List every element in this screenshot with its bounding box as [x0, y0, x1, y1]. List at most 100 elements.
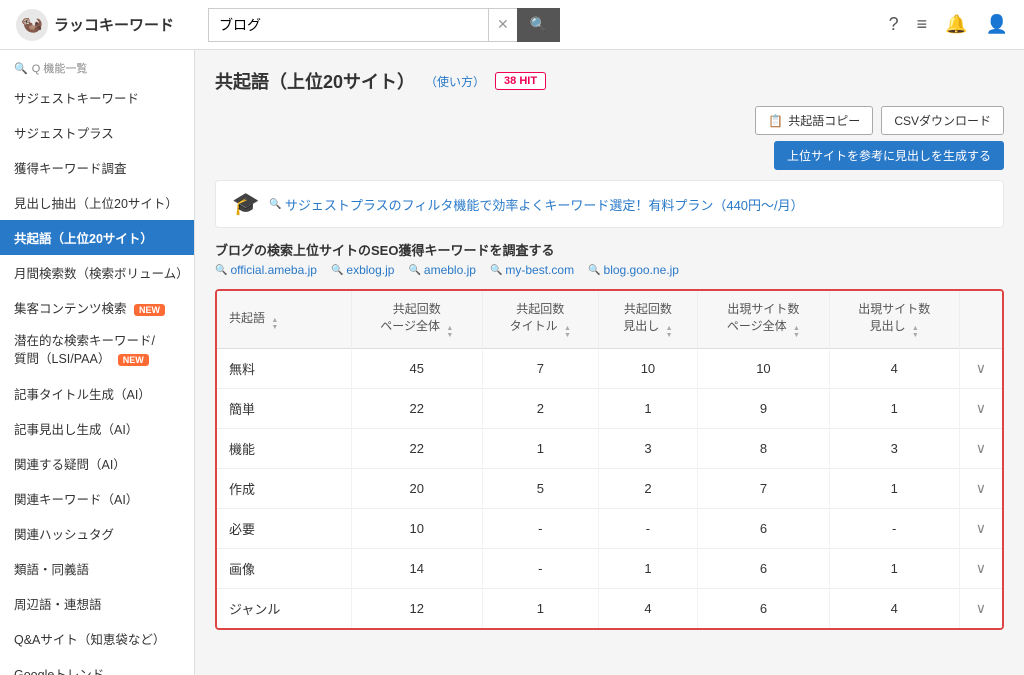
table-row: 作成 20 5 2 7 1 ∨ — [217, 469, 1002, 509]
topbar: 🦦 ラッコキーワード ✕ 🔍 ? ≡ 🔔 👤 — [0, 0, 1024, 50]
sort-icon-site-page: ▲▼ — [793, 325, 800, 339]
cell-title-count-5: - — [482, 549, 598, 589]
menu-icon[interactable]: ≡ — [917, 14, 928, 35]
logo-icon: 🦦 — [16, 9, 48, 41]
sidebar-item-content-search[interactable]: 集客コンテンツ検索 NEW — [0, 290, 194, 325]
search-bar: ✕ 🔍 — [208, 8, 608, 42]
expand-button-5[interactable]: ∨ — [972, 560, 990, 577]
badge-new-content: NEW — [134, 304, 165, 316]
sidebar-item-article-heading-ai[interactable]: 記事見出し生成（AI） — [0, 411, 194, 446]
sidebar-item-heading-extract[interactable]: 見出し抽出（上位20サイト） — [0, 185, 194, 220]
sidebar-item-lsi-paa[interactable]: 潜在的な検索キーワード/質問（LSI/PAA） NEW — [0, 325, 194, 376]
cell-expand-2[interactable]: ∨ — [959, 429, 1002, 469]
search-input[interactable] — [208, 8, 488, 42]
expand-button-6[interactable]: ∨ — [972, 600, 990, 617]
toolbar: 📋 共起語コピー CSVダウンロード — [215, 106, 1004, 135]
user-icon[interactable]: 👤 — [986, 14, 1008, 35]
search-clear-button[interactable]: ✕ — [488, 8, 517, 42]
cell-expand-1[interactable]: ∨ — [959, 389, 1002, 429]
cell-heading-count-0: 10 — [598, 349, 698, 389]
site-links: official.ameba.jp exblog.jp ameblo.jp my… — [215, 263, 1004, 277]
copy-button[interactable]: 📋 共起語コピー — [755, 106, 873, 135]
cell-site-page-4: 6 — [698, 509, 829, 549]
col-header-expand — [959, 291, 1002, 349]
sidebar-item-related-keywords-ai[interactable]: 関連キーワード（AI） — [0, 481, 194, 516]
col-header-keyword[interactable]: 共起語 ▲▼ — [217, 291, 351, 349]
cooccurrence-table: 共起語 ▲▼ 共起回数ページ全体 ▲▼ 共起回数タイトル ▲▼ 共起回数見出 — [217, 291, 1002, 628]
col-header-heading-count[interactable]: 共起回数見出し ▲▼ — [598, 291, 698, 349]
badge-new-lsi: NEW — [118, 354, 149, 366]
col-header-page-count[interactable]: 共起回数ページ全体 ▲▼ — [351, 291, 482, 349]
cell-site-heading-6: 4 — [829, 589, 959, 629]
cell-expand-4[interactable]: ∨ — [959, 509, 1002, 549]
promo-icon: 🎓 — [232, 191, 259, 217]
cell-keyword-4: 必要 — [217, 509, 351, 549]
cell-page-count-4: 10 — [351, 509, 482, 549]
cell-title-count-4: - — [482, 509, 598, 549]
cell-keyword-3: 作成 — [217, 469, 351, 509]
cell-heading-count-5: 1 — [598, 549, 698, 589]
sidebar: 🔍 Q 機能一覧 サジェストキーワード サジェストプラス 獲得キーワード調査 見… — [0, 50, 195, 675]
sort-icon-site-heading: ▲▼ — [912, 325, 919, 339]
site-link-exblog[interactable]: exblog.jp — [331, 263, 395, 277]
sidebar-item-google-trends[interactable]: Googleトレンド — [0, 656, 194, 675]
sidebar-item-related-questions-ai[interactable]: 関連する疑問（AI） — [0, 446, 194, 481]
cell-page-count-0: 45 — [351, 349, 482, 389]
expand-button-3[interactable]: ∨ — [972, 480, 990, 497]
sidebar-item-monthly-search[interactable]: 月間検索数（検索ボリューム） — [0, 255, 194, 290]
cell-keyword-0: 無料 — [217, 349, 351, 389]
col-header-site-heading[interactable]: 出現サイト数見出し ▲▼ — [829, 291, 959, 349]
site-link-my-best[interactable]: my-best.com — [490, 263, 574, 277]
cell-title-count-3: 5 — [482, 469, 598, 509]
sort-icon-keyword: ▲▼ — [271, 317, 278, 331]
cell-expand-0[interactable]: ∨ — [959, 349, 1002, 389]
site-link-ameba-official[interactable]: official.ameba.jp — [215, 263, 317, 277]
cell-page-count-5: 14 — [351, 549, 482, 589]
table-row: 無料 45 7 10 10 4 ∨ — [217, 349, 1002, 389]
cell-expand-5[interactable]: ∨ — [959, 549, 1002, 589]
sidebar-item-surrounding-words[interactable]: 周辺語・連想語 — [0, 586, 194, 621]
table-row: ジャンル 12 1 4 6 4 ∨ — [217, 589, 1002, 629]
sidebar-item-qa-sites[interactable]: Q&Aサイト（知恵袋など） — [0, 621, 194, 656]
sidebar-item-cooccurrence[interactable]: 共起語（上位20サイト） — [0, 220, 194, 255]
sidebar-item-acquire-keyword[interactable]: 獲得キーワード調査 — [0, 150, 194, 185]
sidebar-item-synonyms[interactable]: 類語・同義語 — [0, 551, 194, 586]
cell-site-page-2: 8 — [698, 429, 829, 469]
copy-icon: 📋 — [768, 114, 783, 128]
col-header-title-count[interactable]: 共起回数タイトル ▲▼ — [482, 291, 598, 349]
cell-heading-count-6: 4 — [598, 589, 698, 629]
generate-headings-button[interactable]: 上位サイトを参考に見出しを生成する — [774, 141, 1004, 170]
cell-keyword-1: 簡単 — [217, 389, 351, 429]
logo-text: ラッコキーワード — [54, 14, 174, 35]
sidebar-item-article-title-ai[interactable]: 記事タイトル生成（AI） — [0, 376, 194, 411]
csv-download-button[interactable]: CSVダウンロード — [881, 106, 1004, 135]
cell-page-count-6: 12 — [351, 589, 482, 629]
cooccurrence-table-wrapper: 共起語 ▲▼ 共起回数ページ全体 ▲▼ 共起回数タイトル ▲▼ 共起回数見出 — [215, 289, 1004, 630]
promo-link[interactable]: サジェストプラスのフィルタ機能で効率よくキーワード選定！有料プラン（440円〜/… — [269, 195, 803, 214]
cell-site-heading-5: 1 — [829, 549, 959, 589]
search-button[interactable]: 🔍 — [517, 8, 560, 42]
promo-banner: 🎓 サジェストプラスのフィルタ機能で効率よくキーワード選定！有料プラン（440円… — [215, 180, 1004, 228]
col-header-site-page[interactable]: 出現サイト数ページ全体 ▲▼ — [698, 291, 829, 349]
cell-site-heading-2: 3 — [829, 429, 959, 469]
cell-title-count-1: 2 — [482, 389, 598, 429]
content-area: 共起語（上位20サイト） （使い方） 38 HIT 📋 共起語コピー CSVダウ… — [195, 50, 1024, 675]
usage-link[interactable]: （使い方） — [425, 73, 485, 90]
site-link-ameblo[interactable]: ameblo.jp — [408, 263, 475, 277]
expand-button-4[interactable]: ∨ — [972, 520, 990, 537]
expand-button-1[interactable]: ∨ — [972, 400, 990, 417]
sidebar-item-suggest-keyword[interactable]: サジェストキーワード — [0, 80, 194, 115]
site-link-blog-goo[interactable]: blog.goo.ne.jp — [588, 263, 679, 277]
expand-button-2[interactable]: ∨ — [972, 440, 990, 457]
cell-site-page-3: 7 — [698, 469, 829, 509]
cell-expand-3[interactable]: ∨ — [959, 469, 1002, 509]
main-layout: 🔍 Q 機能一覧 サジェストキーワード サジェストプラス 獲得キーワード調査 見… — [0, 50, 1024, 675]
cell-site-page-6: 6 — [698, 589, 829, 629]
cell-page-count-1: 22 — [351, 389, 482, 429]
help-icon[interactable]: ? — [889, 14, 899, 35]
notification-icon[interactable]: 🔔 — [945, 14, 967, 35]
expand-button-0[interactable]: ∨ — [972, 360, 990, 377]
sidebar-item-suggest-plus[interactable]: サジェストプラス — [0, 115, 194, 150]
cell-expand-6[interactable]: ∨ — [959, 589, 1002, 629]
sidebar-item-related-hashtags[interactable]: 関連ハッシュタグ — [0, 516, 194, 551]
